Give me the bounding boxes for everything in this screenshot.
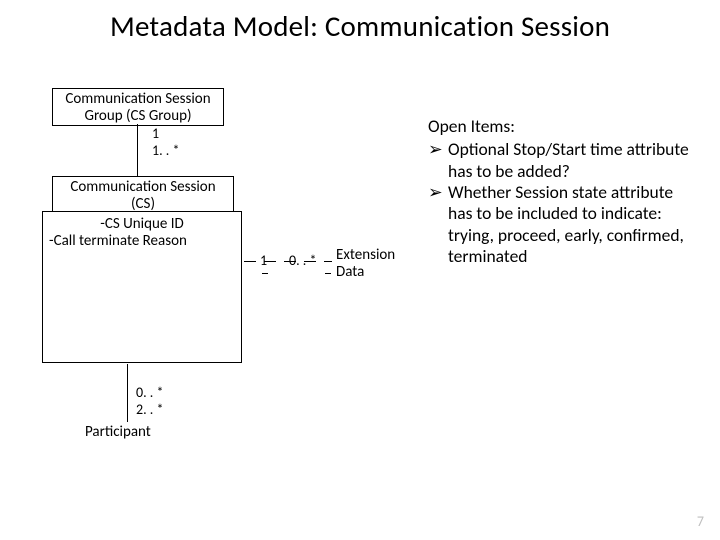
connector-cs-ext-seg bbox=[324, 261, 332, 262]
ext-line2: Data bbox=[336, 264, 395, 281]
multiplicity-group-side: 1 bbox=[152, 125, 159, 142]
open-item-2-text: Whether Session state attribute has to b… bbox=[448, 182, 698, 267]
mult-underline bbox=[325, 273, 331, 274]
bullet-icon: ➢ bbox=[428, 182, 448, 267]
multiplicity-part-top: 0. . * bbox=[136, 384, 163, 401]
connector-cs-ext-seg bbox=[244, 261, 256, 262]
open-items-panel: Open Items: ➢ Optional Stop/Start time a… bbox=[428, 116, 698, 267]
multiplicity-ext-left: 1 bbox=[260, 252, 267, 269]
class-participant: Participant bbox=[85, 423, 151, 441]
class-cs-body: -CS Unique ID -Call terminate Reason bbox=[42, 211, 242, 363]
open-items-header: Open Items: bbox=[428, 116, 698, 137]
class-cs-header-line1: Communication Session bbox=[53, 179, 233, 196]
class-cs-group: Communication Session Group (CS Group) bbox=[52, 88, 224, 126]
class-extension-data: Extension Data bbox=[336, 247, 395, 282]
open-item-1-text: Optional Stop/Start time attribute has t… bbox=[448, 139, 698, 182]
class-cs-group-line1: Communication Session bbox=[53, 91, 223, 108]
multiplicity-ext-right: 0. . * bbox=[289, 252, 316, 269]
open-item-1: ➢ Optional Stop/Start time attribute has… bbox=[428, 139, 698, 182]
multiplicity-cs-top: 1. . * bbox=[152, 142, 179, 159]
page-number: 7 bbox=[697, 513, 704, 530]
class-cs-header: Communication Session (CS) bbox=[52, 176, 234, 214]
class-cs-group-line2: Group (CS Group) bbox=[53, 108, 223, 125]
cs-attr-2: -Call terminate Reason bbox=[49, 233, 235, 250]
connector-group-cs bbox=[137, 124, 138, 176]
ext-line1: Extension bbox=[336, 247, 395, 264]
bullet-icon: ➢ bbox=[428, 139, 448, 182]
multiplicity-part-bottom: 2. . * bbox=[136, 401, 163, 418]
cs-attr-1: -CS Unique ID bbox=[49, 216, 235, 233]
page-title: Metadata Model: Communication Session bbox=[0, 8, 720, 44]
connector-cs-participant bbox=[127, 364, 128, 422]
mult-underline bbox=[262, 273, 268, 274]
open-item-2: ➢ Whether Session state attribute has to… bbox=[428, 182, 698, 267]
